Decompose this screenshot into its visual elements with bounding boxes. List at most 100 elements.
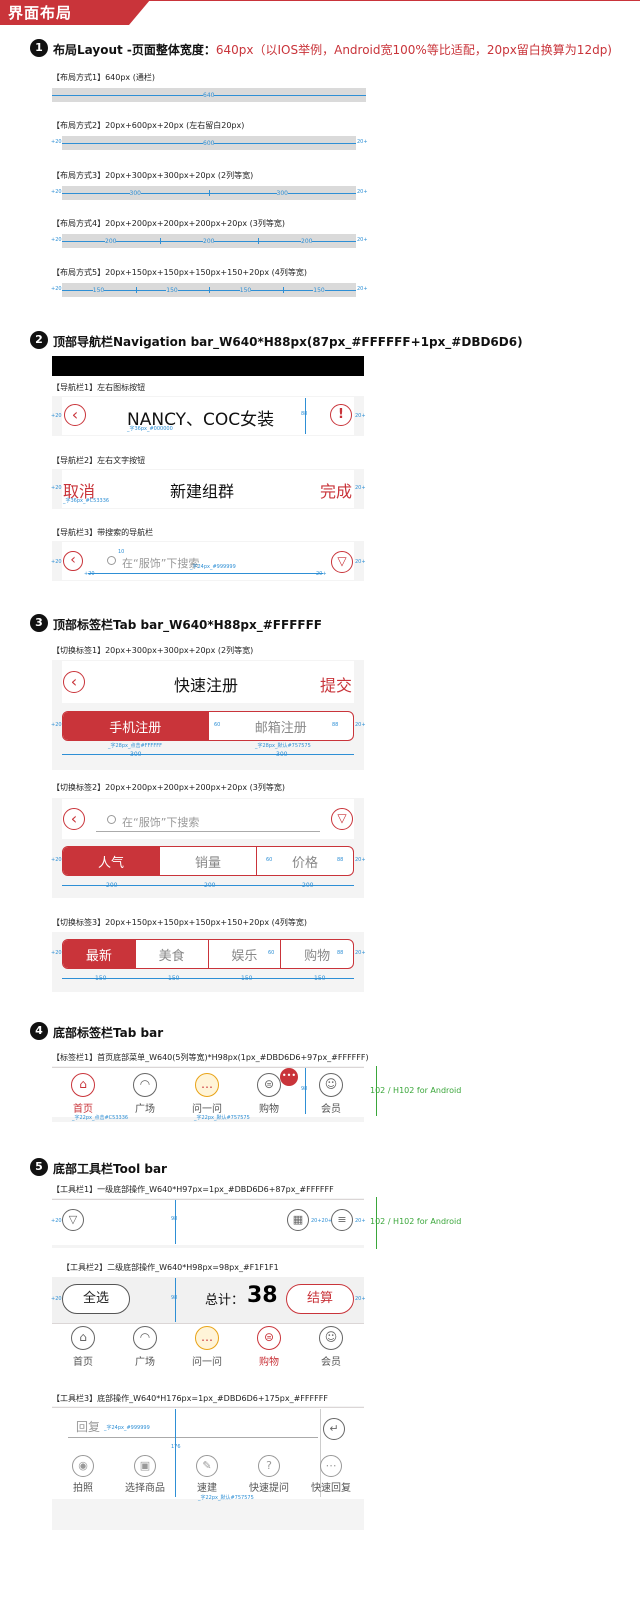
tab-phone[interactable]: 手机注册 <box>63 712 208 740</box>
toolbar3-item-label[interactable]: 快速提问 <box>239 1479 299 1494</box>
side-margin: 20+ <box>357 237 368 243</box>
list-view-icon[interactable]: ≡ <box>331 1209 353 1231</box>
measure-label: 150 <box>313 287 325 294</box>
measure-tick <box>135 287 137 293</box>
section-number: 5 <box>30 1158 48 1176</box>
select-all-button[interactable]: 全选 <box>62 1284 130 1314</box>
tabbar-item-label[interactable]: 首页 <box>58 1353 108 1368</box>
total-label: 总计： <box>205 1293 245 1308</box>
section-title: 顶部导航栏Navigation bar_W640*H88px(87px_#FFF… <box>53 335 523 349</box>
submit-button[interactable]: 提交 <box>320 672 352 696</box>
toolbar3-label: 【工具栏3】底部操作_W640*H176px=1px_#DBD6D6+175px… <box>52 1394 328 1403</box>
ask-icon[interactable]: … <box>195 1073 219 1097</box>
side-margin: 20+ <box>357 189 368 195</box>
tabbar-item-label[interactable]: 购物 <box>244 1100 294 1115</box>
header-title: 界面布局 <box>8 4 73 22</box>
tabbar-item-label[interactable]: 会员 <box>306 1353 356 1368</box>
measure-tick <box>160 238 161 244</box>
tabbar-label: 【标签栏1】首页底部菜单_W640(5列等宽)*H98px(1px_#DBD6D… <box>52 1053 369 1062</box>
toolbar3-item-label[interactable]: 速建 <box>177 1479 237 1494</box>
side-margin: +20 <box>51 139 62 145</box>
measure-tick <box>282 287 284 293</box>
nav3-label: 【导航栏3】带搜索的导航栏 <box>52 528 154 537</box>
home-icon[interactable]: ⌂ <box>71 1073 95 1097</box>
search-input[interactable]: 在“服饰”下搜索 <box>122 814 199 830</box>
measure-label: 300 <box>129 190 141 197</box>
tab-popular[interactable]: 人气 <box>63 847 159 875</box>
filter-icon[interactable]: ▽ <box>331 551 353 573</box>
filter-icon[interactable]: ▽ <box>62 1209 84 1231</box>
layout-row-label: 【布局方式4】20px+200px+200px+200px+20px (3列等宽… <box>52 219 286 228</box>
tab-food[interactable]: 美食 <box>134 940 208 968</box>
section-number: 4 <box>30 1022 48 1040</box>
toolbar3-item-label[interactable]: 选择商品 <box>115 1479 175 1494</box>
side-margin: +20 <box>51 189 62 195</box>
camera-icon[interactable]: ◉ <box>72 1455 94 1477</box>
quick-ask-icon[interactable]: ? <box>258 1455 280 1477</box>
tabbar-item-label[interactable]: 广场 <box>120 1353 170 1368</box>
plaza-icon[interactable]: ◠ <box>133 1073 157 1097</box>
side-margin: 20+ <box>357 286 368 292</box>
filter-icon[interactable]: ▽ <box>331 808 353 830</box>
tabbar-item-label[interactable]: 首页 <box>58 1100 108 1115</box>
reply-input[interactable]: 回复 <box>76 1418 100 1435</box>
cart-icon[interactable]: ⊜ <box>257 1326 281 1350</box>
nav1-spec: _字36px_#000000 <box>127 426 173 432</box>
alert-icon[interactable]: ! <box>330 404 352 426</box>
tabbar-item-label[interactable]: 问一问 <box>182 1100 232 1115</box>
status-bar <box>52 356 364 376</box>
back-icon[interactable]: ‹ <box>63 551 83 571</box>
back-icon[interactable]: ‹ <box>63 808 85 830</box>
nav2-label: 【导航栏2】左右文字按钮 <box>52 456 146 465</box>
toolbar1-label: 【工具栏1】一级底部操作_W640*H97px=1px_#DBD6D6+87px… <box>52 1185 334 1194</box>
section-title: 底部标签栏Tab bar <box>53 1026 164 1040</box>
back-icon[interactable]: ‹ <box>64 404 86 426</box>
layout-row-label: 【布局方式3】20px+300px+300px+20px (2列等宽) <box>52 171 254 180</box>
section-number: 3 <box>30 614 48 632</box>
send-icon[interactable]: ↵ <box>323 1418 345 1440</box>
measure-label: 640 <box>203 92 215 99</box>
section-number: 2 <box>30 331 48 349</box>
search-input[interactable]: 在“服饰”下搜索 <box>122 555 199 571</box>
nav1-label: 【导航栏1】左右图标按钮 <box>52 383 146 392</box>
tabbar-item-label[interactable]: 会员 <box>306 1100 356 1115</box>
search-icon <box>107 556 116 565</box>
member-icon[interactable]: ☺ <box>319 1326 343 1350</box>
section-title: 顶部标签栏Tab bar_W640*H88px_#FFFFFF <box>53 618 322 632</box>
quick-reply-icon[interactable]: ⋯ <box>320 1455 342 1477</box>
back-icon[interactable]: ‹ <box>63 671 85 693</box>
measure-label: 150 <box>92 287 105 294</box>
side-margin: 20+ <box>357 139 368 145</box>
measure-label: 300 <box>276 190 288 197</box>
side-margin: +20 <box>51 237 62 243</box>
tab1-label: 【切换标签1】20px+300px+300px+20px (2列等宽) <box>52 646 254 655</box>
ask-icon[interactable]: … <box>195 1326 219 1350</box>
layout-row-label: 【布局方式5】20px+150px+150px+150px+150+20px (… <box>52 268 307 277</box>
layout-row-label: 【布局方式1】640px (通栏) <box>52 73 155 82</box>
section-title: 底部工具栏Tool bar <box>53 1162 167 1176</box>
measure-label: 600 <box>203 140 215 147</box>
section-title: 布局Layout -页面整体宽度：640px（以IOS举例，Android宽10… <box>53 43 612 57</box>
measure-label: 150 <box>166 287 178 294</box>
cart-icon[interactable]: ⊜ <box>257 1073 281 1097</box>
tab-newest[interactable]: 最新 <box>63 940 135 968</box>
tab3-segment: 最新 美食 娱乐 购物 <box>62 939 354 969</box>
checkout-button[interactable]: 结算 <box>286 1284 354 1314</box>
nav2-title: 新建组群 <box>170 482 235 501</box>
quick-create-icon[interactable]: ✎ <box>196 1455 218 1477</box>
nav3-search-underline <box>88 573 323 574</box>
home-icon[interactable]: ⌂ <box>71 1326 95 1350</box>
member-icon[interactable]: ☺ <box>319 1073 343 1097</box>
done-button[interactable]: 完成 <box>320 478 352 502</box>
toolbar3-item-label[interactable]: 拍照 <box>53 1479 113 1494</box>
tabbar-item-label[interactable]: 广场 <box>120 1100 170 1115</box>
tab-sales[interactable]: 销量 <box>159 847 256 875</box>
grid-view-icon[interactable]: ▦ <box>287 1209 309 1231</box>
tabbar-item-label[interactable]: 问一问 <box>182 1353 232 1368</box>
toolbar3-item-label[interactable]: 快速回复 <box>301 1479 361 1494</box>
tabbar-item-label[interactable]: 购物 <box>244 1353 294 1368</box>
select-product-icon[interactable]: ▣ <box>134 1455 156 1477</box>
total-value: 38 <box>247 1283 278 1308</box>
nav2-spec: _字36px_#C53336 <box>63 498 110 504</box>
plaza-icon[interactable]: ◠ <box>133 1326 157 1350</box>
